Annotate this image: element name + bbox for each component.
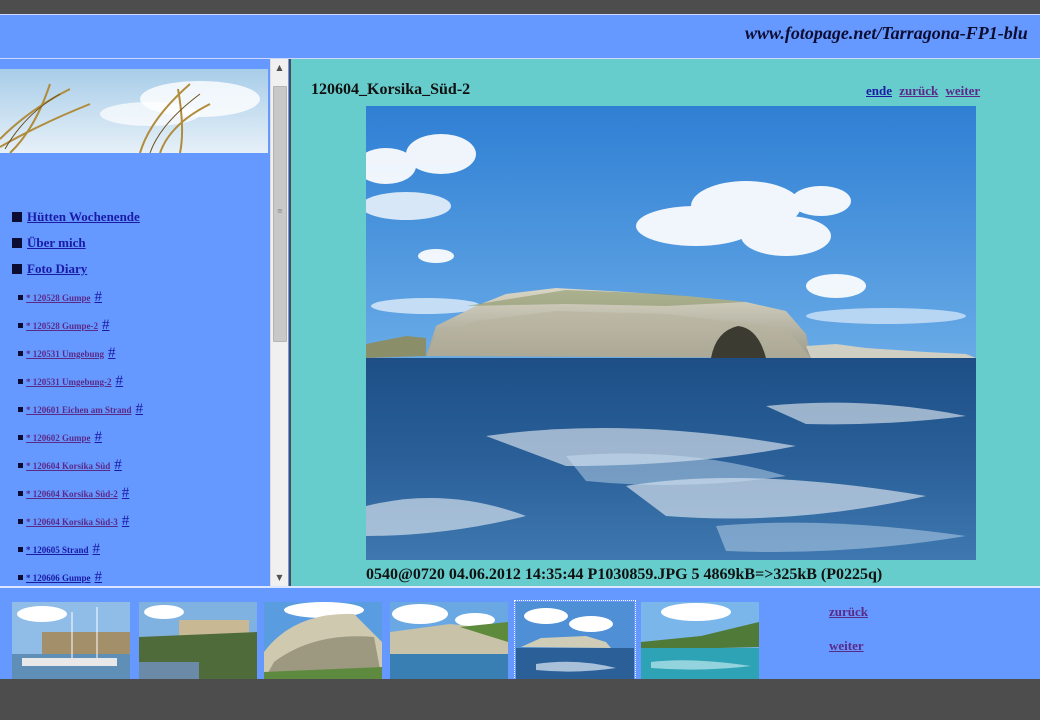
- sidebar-sublink[interactable]: * 120606 Gumpe: [26, 573, 91, 583]
- photo-title: 120604_Korsika_Süd-2: [311, 81, 471, 98]
- thumbnail-cliffs-sea[interactable]: [390, 602, 508, 680]
- sidebar-sublink[interactable]: * 120531 Umgebung: [26, 349, 104, 359]
- next-link[interactable]: weiter: [946, 83, 981, 98]
- hash-link[interactable]: #: [114, 457, 122, 473]
- strip-next-link[interactable]: weiter: [829, 638, 864, 653]
- hash-link[interactable]: #: [122, 513, 130, 529]
- sidebar-sublink[interactable]: * 120604 Korsika Süd-3: [26, 517, 118, 527]
- hash-link[interactable]: #: [122, 485, 130, 501]
- hash-link[interactable]: #: [95, 429, 103, 445]
- photo-nav: ende zurück weiter: [866, 83, 984, 99]
- sidebar-sublink[interactable]: * 120528 Gumpe-2: [26, 321, 98, 331]
- hash-link[interactable]: #: [116, 373, 124, 389]
- scrollbar-thumb[interactable]: ≡: [273, 86, 287, 342]
- scroll-up-icon[interactable]: ▲: [271, 59, 288, 76]
- sidebar-frame: Hütten Wochenende Über mich Foto Diary *…: [0, 59, 289, 586]
- hash-link[interactable]: #: [102, 317, 110, 333]
- photo-caption: 0540@0720 04.06.2012 14:35:44 P1030859.J…: [366, 566, 883, 583]
- sidebar-link[interactable]: Foto Diary: [27, 261, 87, 276]
- sidebar-subitem[interactable]: * 120606 Gumpe #: [18, 569, 102, 586]
- sidebar-sublink[interactable]: * 120604 Korsika Süd: [26, 461, 110, 471]
- sidebar-subitem[interactable]: * 120602 Gumpe #: [18, 429, 102, 449]
- sidebar-sublink[interactable]: * 120605 Strand: [26, 545, 89, 555]
- hash-link[interactable]: #: [95, 569, 103, 585]
- sidebar-link[interactable]: Über mich: [27, 235, 86, 250]
- main-photo[interactable]: [366, 106, 976, 560]
- sidebar-item-foto-diary[interactable]: Foto Diary: [12, 261, 87, 281]
- dot-bullet-icon: [18, 379, 23, 384]
- end-link[interactable]: ende: [866, 83, 892, 98]
- hash-link[interactable]: #: [93, 541, 101, 557]
- sidebar-sublink[interactable]: * 120604 Korsika Süd-2: [26, 489, 118, 499]
- hash-link[interactable]: #: [108, 345, 116, 361]
- sidebar-item-huetten-wochenende[interactable]: Hütten Wochenende: [12, 209, 140, 229]
- sidebar-subitem[interactable]: * 120604 Korsika Süd-2 #: [18, 485, 129, 505]
- sidebar-subitem[interactable]: * 120528 Gumpe-2 #: [18, 317, 110, 337]
- site-url: www.fotopage.net/Tarragona-FP1-blu: [745, 23, 1028, 43]
- strip-back-link[interactable]: zurück: [829, 604, 868, 619]
- thumbnail-fortress[interactable]: [139, 602, 257, 680]
- sidebar-subitem[interactable]: * 120531 Umgebung-2 #: [18, 373, 123, 393]
- square-bullet-icon: [12, 212, 22, 222]
- dot-bullet-icon: [18, 491, 23, 496]
- sidebar-item-ueber-mich[interactable]: Über mich: [12, 235, 86, 255]
- thumbnail-island-sea-selected[interactable]: [514, 600, 636, 681]
- sidebar-subitem[interactable]: * 120604 Korsika Süd-3 #: [18, 513, 129, 533]
- sidebar-link[interactable]: Hütten Wochenende: [27, 209, 140, 224]
- scroll-down-icon[interactable]: ▼: [271, 569, 288, 586]
- thumbnail-cliffs[interactable]: [264, 602, 382, 680]
- bottom-band: [0, 679, 1040, 720]
- dot-bullet-icon: [18, 351, 23, 356]
- dot-bullet-icon: [18, 323, 23, 328]
- hash-link[interactable]: #: [136, 401, 144, 417]
- sidebar-subitem[interactable]: * 120604 Korsika Süd #: [18, 457, 122, 477]
- square-bullet-icon: [12, 264, 22, 274]
- grip-icon: ≡: [277, 207, 283, 215]
- thumbnail-coast-turquoise[interactable]: [641, 602, 759, 680]
- site-header: www.fotopage.net/Tarragona-FP1-blu: [0, 14, 1040, 59]
- thumbnail-strip: zurück weiter: [0, 586, 1040, 681]
- back-link[interactable]: zurück: [899, 83, 938, 98]
- thumbnail-harbor[interactable]: [12, 602, 130, 680]
- sidebar-subitem[interactable]: * 120528 Gumpe #: [18, 289, 102, 309]
- dot-bullet-icon: [18, 547, 23, 552]
- sidebar-sublink[interactable]: * 120602 Gumpe: [26, 433, 91, 443]
- dot-bullet-icon: [18, 519, 23, 524]
- sidebar-sublink[interactable]: * 120528 Gumpe: [26, 293, 91, 303]
- sidebar-subitem[interactable]: * 120601 Eichen am Strand #: [18, 401, 143, 421]
- sidebar-subitem[interactable]: * 120531 Umgebung #: [18, 345, 116, 365]
- sidebar-scrollbar[interactable]: ▲ ≡ ▼: [270, 59, 288, 586]
- dot-bullet-icon: [18, 575, 23, 580]
- sidebar-subitem[interactable]: * 120605 Strand #: [18, 541, 100, 561]
- sidebar-sublink[interactable]: * 120531 Umgebung-2: [26, 377, 112, 387]
- dot-bullet-icon: [18, 463, 23, 468]
- dot-bullet-icon: [18, 407, 23, 412]
- strip-nav: zurück weiter: [829, 604, 868, 672]
- photo-panel: 120604_Korsika_Süd-2 ende zurück weiter: [291, 59, 1040, 586]
- hash-link[interactable]: #: [95, 289, 103, 305]
- sidebar-sublink[interactable]: * 120601 Eichen am Strand: [26, 405, 132, 415]
- sidebar-banner-image: [0, 69, 268, 153]
- dot-bullet-icon: [18, 435, 23, 440]
- dot-bullet-icon: [18, 295, 23, 300]
- top-band: [0, 0, 1040, 14]
- square-bullet-icon: [12, 238, 22, 248]
